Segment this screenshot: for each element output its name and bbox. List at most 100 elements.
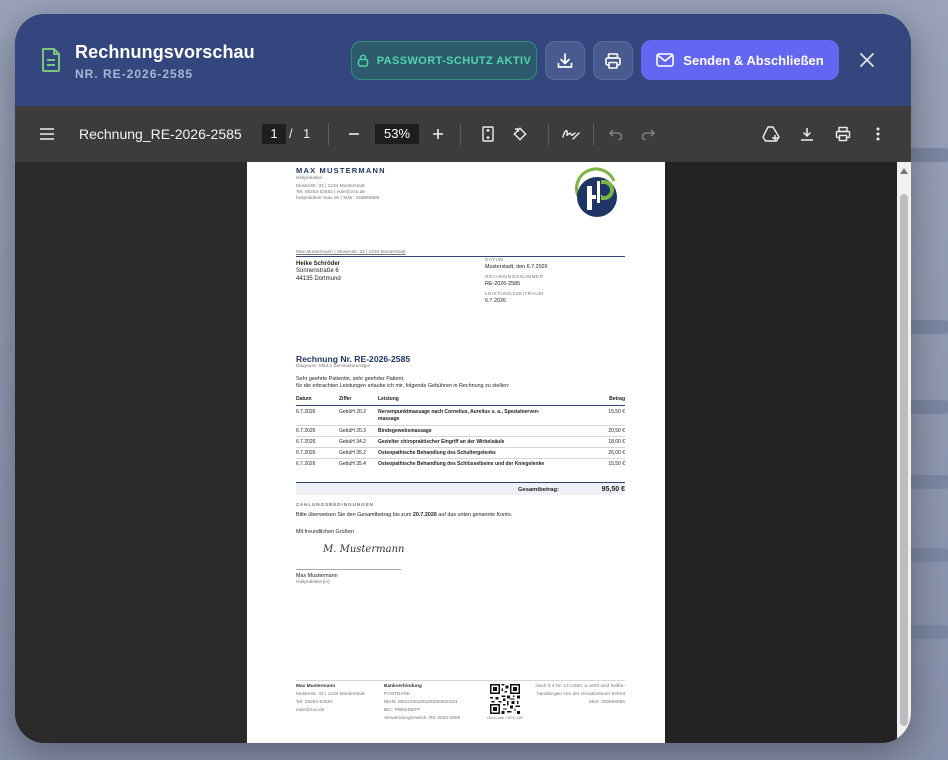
row-code: GebüH 34.2 bbox=[339, 439, 366, 445]
total-amount: 95,50 € bbox=[601, 486, 625, 493]
close-icon bbox=[860, 53, 874, 67]
row-divider bbox=[296, 458, 625, 459]
fit-to-page-icon bbox=[482, 126, 494, 142]
backdrop-element bbox=[908, 320, 948, 334]
invoice-heading: Rechnung Nr. RE-2026-2585 bbox=[296, 354, 411, 364]
footer-email: eule@zoo.de bbox=[296, 708, 325, 713]
footer-bank-name: POSTBANK bbox=[384, 692, 411, 697]
invoice-number-label: RECHNUNGSNUMMER bbox=[485, 275, 544, 280]
send-and-finish-button[interactable]: Senden & Abschließen bbox=[641, 40, 839, 80]
pdf-download-button[interactable] bbox=[797, 123, 817, 145]
qr-caption: GiroCode / EPC-QR bbox=[487, 715, 524, 720]
column-header-date: Datum bbox=[296, 396, 312, 402]
rotate-button[interactable] bbox=[510, 123, 530, 145]
row-service: Gezielter chiropraktischer Eingriff an d… bbox=[378, 439, 505, 445]
signer-name: Max Mustermann bbox=[296, 573, 338, 579]
backdrop-element bbox=[908, 148, 948, 162]
zoom-out-button[interactable] bbox=[345, 124, 363, 144]
row-date: 6.7.2026 bbox=[296, 428, 316, 434]
scrollbar-thumb[interactable] bbox=[900, 194, 908, 726]
intro-text: für die erbrachten Leistungen erlaube ic… bbox=[296, 383, 510, 389]
password-protection-badge[interactable]: PASSWORT-SCHUTZ AKTIV bbox=[351, 41, 537, 80]
viewer-margin bbox=[665, 162, 897, 743]
footer-tax-number: StNr: 339666885 bbox=[588, 700, 625, 705]
scroll-up-arrow-icon[interactable] bbox=[900, 168, 908, 174]
footer-bank-heading: Bankverbindung bbox=[384, 684, 422, 689]
print-button[interactable] bbox=[593, 41, 633, 80]
more-options-button[interactable] bbox=[870, 123, 886, 145]
lock-icon bbox=[357, 54, 368, 67]
backdrop-element bbox=[908, 548, 948, 562]
row-date: 6.7.2026 bbox=[296, 461, 316, 467]
practice-logo bbox=[575, 167, 617, 217]
page-number-input[interactable]: 1 bbox=[262, 124, 286, 144]
close-button[interactable] bbox=[853, 48, 881, 72]
row-date: 6.7.2026 bbox=[296, 439, 316, 445]
salutation: Sehr geehrte Patientin, sehr geehrter Pa… bbox=[296, 376, 405, 382]
footer-reference: Verwendungszweck: RE-2026-2585 bbox=[384, 716, 461, 721]
plus-icon bbox=[433, 129, 443, 139]
signature-line bbox=[296, 569, 401, 570]
hamburger-menu-icon bbox=[40, 128, 54, 140]
printer-icon bbox=[835, 126, 851, 142]
draw-button[interactable] bbox=[560, 123, 582, 145]
download-button[interactable] bbox=[545, 41, 585, 80]
minus-icon bbox=[349, 133, 359, 135]
menu-button[interactable] bbox=[37, 124, 57, 144]
footer-tax-note: Nach § 4 Nr. 14 UStG: a USt0 sind heilbe… bbox=[535, 684, 625, 689]
row-date: 6.7.2026 bbox=[296, 409, 316, 415]
row-amount: 20,50 € bbox=[608, 428, 625, 434]
backdrop-element bbox=[908, 475, 948, 489]
pdf-print-button[interactable] bbox=[832, 123, 854, 145]
undo-button[interactable] bbox=[607, 124, 625, 144]
redo-button[interactable] bbox=[639, 124, 657, 144]
zoom-in-button[interactable] bbox=[429, 124, 447, 144]
row-amount: 18,00 € bbox=[608, 439, 625, 445]
practitioner-name: MAX MUSTERMANN bbox=[296, 166, 386, 175]
redo-icon bbox=[641, 129, 655, 140]
row-code: GebüH 35.4 bbox=[339, 461, 366, 467]
footer-tax-note-continued: handlungen von der Umsatzsteuer befreit bbox=[537, 692, 625, 697]
invoice-preview-modal: Rechnungsvorschau NR. RE-2026-2585 PASSW… bbox=[15, 14, 911, 743]
password-badge-label: PASSWORT-SCHUTZ AKTIV bbox=[376, 54, 532, 67]
send-button-label: Senden & Abschließen bbox=[683, 52, 824, 68]
undo-icon bbox=[609, 129, 623, 140]
download-icon bbox=[801, 128, 813, 141]
drive-add-icon bbox=[762, 126, 780, 142]
girocode-qr-code bbox=[490, 684, 520, 714]
row-amount: 15,50 € bbox=[608, 461, 625, 467]
toolbar-divider bbox=[593, 123, 594, 145]
recipient-city: 44135 Dortmund bbox=[296, 276, 341, 282]
backdrop-element bbox=[908, 625, 948, 639]
invoice-date: Musterstadt, den 6.7.2026 bbox=[485, 264, 548, 270]
table-header-rule bbox=[296, 405, 625, 406]
row-code: GebüH 20.2 bbox=[339, 409, 366, 415]
rotate-icon bbox=[512, 126, 527, 141]
service-period-label: LEISTUNGSZEITRAUM bbox=[485, 292, 544, 297]
page-total: 1 bbox=[303, 126, 311, 141]
printer-icon bbox=[605, 52, 621, 69]
footer-rule bbox=[296, 680, 625, 681]
practitioner-role: Heilpraktiker bbox=[296, 176, 323, 181]
fit-page-button[interactable] bbox=[478, 123, 498, 145]
zoom-level-input[interactable]: 53% bbox=[375, 124, 419, 144]
invoice-number-value: RE-2026-2585 bbox=[485, 281, 521, 287]
payment-terms-heading: ZAHLUNGSBEDINGUNGEN bbox=[296, 503, 374, 508]
total-label: Gesamtbetrag: bbox=[518, 487, 559, 493]
invoice-number: NR. RE-2026-2585 bbox=[75, 67, 194, 81]
toolbar-divider bbox=[460, 123, 461, 145]
row-service: Osteopathische Behandlung des Schlüsselb… bbox=[378, 461, 545, 467]
backdrop-element bbox=[908, 400, 948, 414]
modal-header: Rechnungsvorschau NR. RE-2026-2585 PASSW… bbox=[15, 14, 911, 106]
row-service: Osteopathische Behandlung des Schulterge… bbox=[378, 450, 496, 456]
mail-icon bbox=[656, 53, 675, 67]
payment-terms-text: Bitte überweisen Sie den Gesamtbetrag bi… bbox=[296, 512, 512, 518]
modal-title: Rechnungsvorschau bbox=[75, 42, 255, 62]
row-divider bbox=[296, 447, 625, 448]
row-code: GebüH 20.3 bbox=[339, 428, 366, 434]
total-row: Gesamtbetrag: 95,50 € bbox=[296, 482, 625, 495]
save-to-drive-button[interactable] bbox=[760, 123, 782, 145]
signer-role: Heilpraktiker(in) bbox=[296, 580, 330, 585]
row-date: 6.7.2026 bbox=[296, 450, 316, 456]
pdf-viewer-toolbar: Rechnung_RE-2026-2585 1 / 1 53% bbox=[15, 106, 911, 162]
